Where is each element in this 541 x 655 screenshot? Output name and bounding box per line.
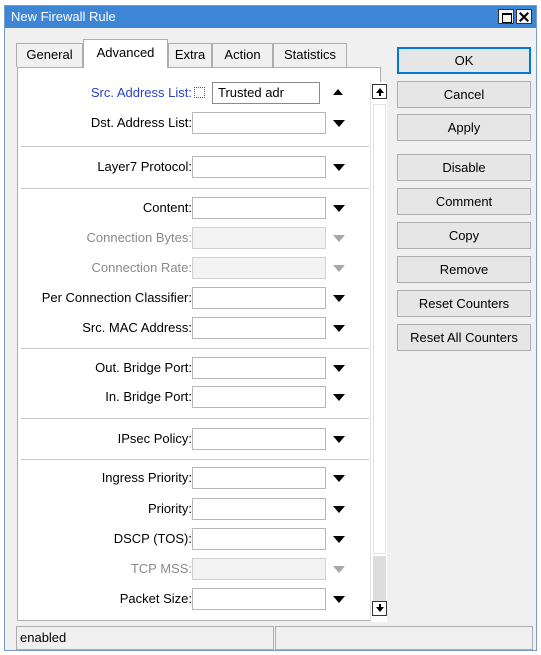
separator [21,459,369,460]
src-mac-address-row: Src. MAC Address: [18,317,368,339]
separator [21,188,369,189]
ipsec-policy-label: IPsec Policy: [117,431,192,446]
connection-bytes-expand-icon [333,235,345,242]
ingress-priority-field[interactable] [192,467,326,489]
separator [21,348,369,349]
packet-size-row: Packet Size: [18,588,368,610]
out-bridge-port-dropdown-icon[interactable] [333,365,345,372]
src-mac-address-expand-icon[interactable] [333,325,345,332]
ingress-priority-label: Ingress Priority: [101,470,192,485]
dst-address-list-expand-icon[interactable] [333,120,345,127]
src-address-list-negate-checkbox[interactable] [194,87,205,98]
priority-row: Priority: [18,498,368,520]
copy-button[interactable]: Copy [397,222,531,249]
scroll-up-icon[interactable] [372,84,387,99]
advanced-tab-panel: Src. Address List: Trusted adr Dst. Addr… [17,67,513,622]
connection-rate-label: Connection Rate: [91,260,192,275]
tcp-mss-expand-icon [333,566,345,573]
per-connection-classifier-expand-icon[interactable] [333,295,345,302]
connection-bytes-row: Connection Bytes: [18,227,368,249]
packet-size-expand-icon[interactable] [333,596,345,603]
dst-address-list-label: Dst. Address List: [90,115,192,130]
scroll-down-icon[interactable] [372,601,387,616]
tcp-mss-field [192,558,326,580]
status-enabled: enabled [16,626,274,650]
priority-label: Priority: [147,501,192,516]
layer7-protocol-dropdown-icon[interactable] [333,164,345,171]
new-firewall-rule-window: New Firewall Rule General Advanced Extra… [4,5,537,651]
src-mac-address-label: Src. MAC Address: [82,320,192,335]
content-row: Content: [18,197,368,219]
tab-extra[interactable]: Extra [168,43,212,67]
src-address-list-select[interactable]: Trusted adr [212,82,513,104]
priority-field[interactable] [192,498,326,520]
per-connection-classifier-field[interactable] [192,287,326,309]
src-address-list-row: Src. Address List: Trusted adr [18,82,513,104]
reset-counters-button[interactable]: Reset Counters [397,290,531,317]
tab-general[interactable]: General [16,43,83,67]
comment-button[interactable]: Comment [397,188,531,215]
disable-button[interactable]: Disable [397,154,531,181]
layer7-protocol-field[interactable] [192,156,326,178]
src-mac-address-field[interactable] [192,317,326,339]
status-bar: enabled [16,626,533,650]
cancel-button[interactable]: Cancel [397,81,531,108]
ipsec-policy-row: IPsec Policy: [18,428,368,450]
in-bridge-port-row: In. Bridge Port: [18,386,368,408]
src-address-list-label[interactable]: Src. Address List: [91,85,192,100]
connection-bytes-field [192,227,326,249]
out-bridge-port-label: Out. Bridge Port: [95,360,192,375]
apply-button[interactable]: Apply [397,114,531,141]
connection-bytes-label: Connection Bytes: [86,230,192,245]
vertical-scrollbar[interactable] [370,82,387,622]
status-extra [275,626,533,650]
tcp-mss-label: TCP MSS: [130,561,192,576]
connection-rate-field [192,257,326,279]
layer7-protocol-label: Layer7 Protocol: [97,159,192,174]
ipsec-policy-field[interactable] [192,428,326,450]
ipsec-policy-dropdown-icon[interactable] [333,436,345,443]
content-label: Content: [142,200,192,215]
src-address-list-value: Trusted adr [218,85,284,100]
tab-action[interactable]: Action [212,43,273,67]
per-connection-classifier-label: Per Connection Classifier: [41,290,192,305]
scrollbar-thumb[interactable] [373,104,386,554]
maximize-icon[interactable] [498,9,514,24]
ok-button[interactable]: OK [397,47,531,74]
per-connection-classifier-row: Per Connection Classifier: [18,287,368,309]
title-bar[interactable]: New Firewall Rule [5,6,536,28]
separator [21,146,369,147]
connection-rate-expand-icon [333,265,345,272]
dscp-tos-label: DSCP (TOS): [113,531,192,546]
packet-size-field[interactable] [192,588,326,610]
window-title: New Firewall Rule [11,9,116,24]
in-bridge-port-dropdown-icon[interactable] [333,394,345,401]
priority-expand-icon[interactable] [333,506,345,513]
separator [21,418,369,419]
connection-rate-row: Connection Rate: [18,257,368,279]
packet-size-label: Packet Size: [119,591,192,606]
tab-advanced[interactable]: Advanced [83,39,168,68]
dst-address-list-row: Dst. Address List: [18,112,368,134]
remove-button[interactable]: Remove [397,256,531,283]
dscp-tos-expand-icon[interactable] [333,536,345,543]
content-expand-icon[interactable] [333,205,345,212]
dscp-tos-field[interactable] [192,528,326,550]
layer7-protocol-row: Layer7 Protocol: [18,156,368,178]
close-icon[interactable] [516,9,532,24]
dst-address-list-field[interactable] [192,112,326,134]
content-field[interactable] [192,197,326,219]
in-bridge-port-label: In. Bridge Port: [105,389,192,404]
reset-all-counters-button[interactable]: Reset All Counters [397,324,531,351]
src-address-list-collapse-icon[interactable] [333,89,343,95]
ingress-priority-expand-icon[interactable] [333,475,345,482]
ingress-priority-row: Ingress Priority: [18,467,368,489]
dscp-tos-row: DSCP (TOS): [18,528,368,550]
out-bridge-port-field[interactable] [192,357,326,379]
out-bridge-port-row: Out. Bridge Port: [18,357,368,379]
in-bridge-port-field[interactable] [192,386,326,408]
tab-statistics[interactable]: Statistics [273,43,347,67]
tcp-mss-row: TCP MSS: [18,558,368,580]
